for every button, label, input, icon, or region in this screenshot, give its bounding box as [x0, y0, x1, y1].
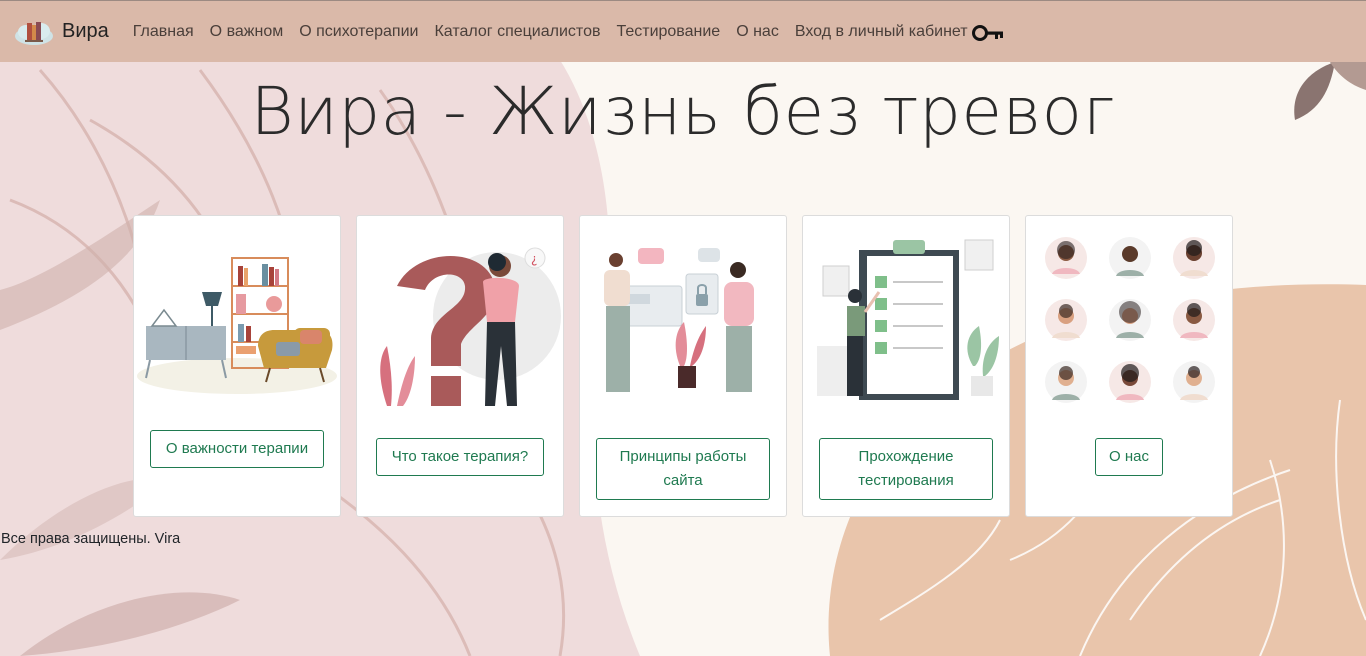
- feature-cards: О важности терапии ¿ Что такое терапия?: [133, 215, 1233, 517]
- card-testing: Прохождение тестирования: [802, 215, 1010, 517]
- top-navbar: Вира Главная О важном О психотерапии Кат…: [0, 0, 1366, 62]
- card-about-us: О нас: [1025, 215, 1233, 517]
- team-avatars-illustration: [1045, 237, 1215, 403]
- security-privacy-illustration: [604, 248, 754, 392]
- books-cloud-logo-icon: [15, 21, 53, 45]
- nav-item-psychotherapy[interactable]: О психотерапии: [299, 23, 418, 41]
- footer-copyright: Все права защищены. Vira: [1, 531, 181, 547]
- nav-item-home[interactable]: Главная: [133, 23, 194, 41]
- page-title: Вира - Жизнь без тревог: [250, 73, 1116, 150]
- testing-button[interactable]: Прохождение тестирования: [819, 438, 993, 500]
- site-principles-button[interactable]: Принципы работы сайта: [596, 438, 770, 500]
- about-us-button[interactable]: О нас: [1095, 438, 1163, 476]
- brand-name: Вира: [62, 20, 109, 42]
- svg-text:¿: ¿: [531, 252, 537, 266]
- card-what-is-therapy: ¿ Что такое терапия?: [356, 215, 564, 517]
- nav-item-important[interactable]: О важном: [210, 23, 284, 41]
- nav-item-specialists[interactable]: Каталог специалистов: [434, 23, 600, 41]
- card-site-principles: Принципы работы сайта: [579, 215, 787, 517]
- importance-therapy-button[interactable]: О важности терапии: [150, 430, 324, 468]
- question-mark-person-illustration: ¿: [380, 247, 561, 406]
- nav-item-login[interactable]: Вход в личный кабинет: [795, 22, 1004, 42]
- what-is-therapy-button[interactable]: Что такое терапия?: [376, 438, 544, 476]
- card-importance: О важности терапии: [133, 215, 341, 517]
- key-icon: [971, 24, 1003, 41]
- checklist-illustration: [817, 239, 999, 400]
- nav-menu: Главная О важном О психотерапии Каталог …: [133, 22, 1020, 42]
- nav-item-testing[interactable]: Тестирование: [616, 23, 720, 41]
- nav-item-about[interactable]: О нас: [736, 23, 779, 41]
- brand-link[interactable]: Вира: [14, 17, 109, 47]
- login-label: Вход в личный кабинет: [794, 22, 968, 40]
- living-room-illustration: [137, 257, 337, 394]
